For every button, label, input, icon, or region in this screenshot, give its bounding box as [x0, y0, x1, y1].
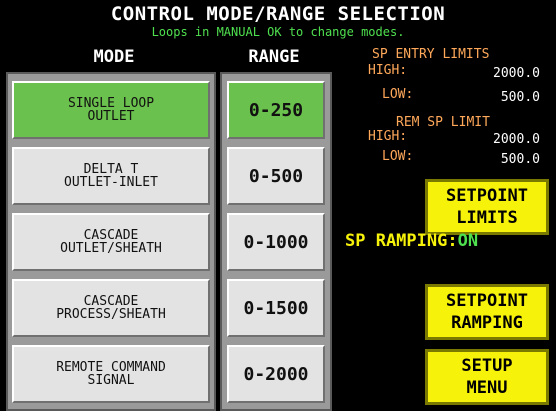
rem-sp-low-label: LOW: — [382, 149, 414, 164]
rem-sp-limit-title: REM SP LIMIT — [396, 115, 490, 130]
rem-sp-low-value: 500.0 — [500, 152, 540, 167]
mode-button-cascade-process-sheath[interactable]: CASCADE PROCESS/SHEATH — [12, 279, 210, 337]
sp-ramping-label: SP RAMPING: — [345, 231, 458, 251]
mode-button-single-loop-outlet[interactable]: SINGLE LOOP OUTLET — [12, 81, 210, 139]
mode-button-cascade-outlet-sheath[interactable]: CASCADE OUTLET/SHEATH — [12, 213, 210, 271]
setup-menu-button[interactable]: SETUP MENU — [425, 349, 549, 405]
setpoint-ramping-button[interactable]: SETPOINT RAMPING — [425, 284, 549, 340]
sp-entry-low-value: 500.0 — [500, 90, 540, 105]
mode-column-header: MODE — [93, 47, 135, 67]
range-column-header: RANGE — [248, 47, 300, 67]
sp-entry-high-label: HIGH: — [368, 63, 408, 78]
rem-sp-high-value: 2000.0 — [493, 132, 540, 147]
range-button-0-2000[interactable]: 0-2000 — [227, 345, 325, 403]
screen-title: CONTROL MODE/RANGE SELECTION — [110, 3, 446, 25]
range-button-0-500[interactable]: 0-500 — [227, 147, 325, 205]
setpoint-limits-button[interactable]: SETPOINT LIMITS — [425, 179, 549, 235]
range-button-0-1500[interactable]: 0-1500 — [227, 279, 325, 337]
sp-entry-low-label: LOW: — [382, 87, 414, 102]
sp-ramping-status: SP RAMPING:ON — [345, 231, 478, 251]
mode-button-remote-command-signal[interactable]: REMOTE COMMAND SIGNAL — [12, 345, 210, 403]
sp-entry-high-value: 2000.0 — [493, 66, 540, 81]
range-button-0-1000[interactable]: 0-1000 — [227, 213, 325, 271]
range-button-0-250[interactable]: 0-250 — [227, 81, 325, 139]
rem-sp-high-label: HIGH: — [368, 129, 408, 144]
mode-button-delta-t[interactable]: DELTA T OUTLET-INLET — [12, 147, 210, 205]
sp-entry-limits-title: SP ENTRY LIMITS — [372, 47, 490, 62]
screen-subtitle: Loops in MANUAL OK to change modes. — [151, 25, 405, 39]
sp-ramping-state: ON — [457, 231, 479, 251]
